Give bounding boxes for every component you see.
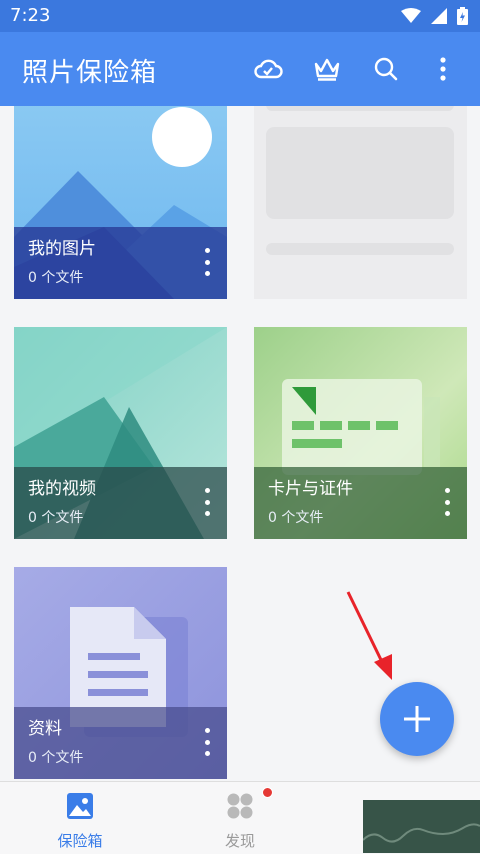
crown-icon[interactable] [310,52,344,86]
card-documents[interactable]: 资料 0 个文件 [14,567,227,779]
card-title: 我的视频 [28,479,96,499]
card-my-videos[interactable]: 我的视频 0 个文件 [14,327,227,539]
placeholder-bar [266,243,454,255]
arrow-pointer-icon [346,591,392,680]
placeholder-bar [266,106,454,111]
placeholder-box [266,127,454,219]
vault-grid: 我的图片 0 个文件 我的视频 0 个文件 卡片与证件 0 个文件 资料 0 个… [0,106,480,781]
card-menu-icon[interactable] [201,248,213,276]
app-bar: 照片保险箱 [0,32,480,106]
battery-icon [457,7,468,25]
vault-icon [67,793,93,819]
card-menu-icon[interactable] [201,728,213,756]
card-title: 卡片与证件 [268,479,353,499]
nav-label: 发现 [224,832,255,850]
waveform-graphic [363,823,480,843]
status-bar: 7:23 [0,0,480,32]
card-menu-icon[interactable] [201,488,213,516]
card-count: 0 个文件 [28,270,84,286]
app-title: 照片保险箱 [22,58,158,88]
search-icon[interactable] [369,52,403,86]
video-thumbnail [363,800,480,853]
card-menu-icon[interactable] [441,488,453,516]
signal-icon [431,8,447,24]
card-my-pictures[interactable]: 我的图片 0 个文件 [14,106,227,299]
nav-label: 保险箱 [57,832,103,850]
more-vert-icon[interactable] [426,52,460,86]
add-button[interactable] [380,682,454,756]
card-count: 0 个文件 [28,510,84,526]
card-title: 资料 [28,719,62,739]
card-title: 我的图片 [28,239,96,259]
card-count: 0 个文件 [268,510,324,526]
status-icons [401,7,468,25]
status-time: 7:23 [10,5,51,26]
cloud-icon[interactable] [251,52,285,86]
wifi-icon [401,8,421,23]
nav-item-vault[interactable]: 保险箱 [40,792,120,851]
notification-badge [262,787,273,798]
nav-item-discover[interactable]: 发现 [200,792,280,851]
plus-icon [404,706,430,732]
card-count: 0 个文件 [28,750,84,766]
placeholder-card [254,106,467,299]
discover-icon [227,793,253,819]
card-cards-and-ids[interactable]: 卡片与证件 0 个文件 [254,327,467,539]
